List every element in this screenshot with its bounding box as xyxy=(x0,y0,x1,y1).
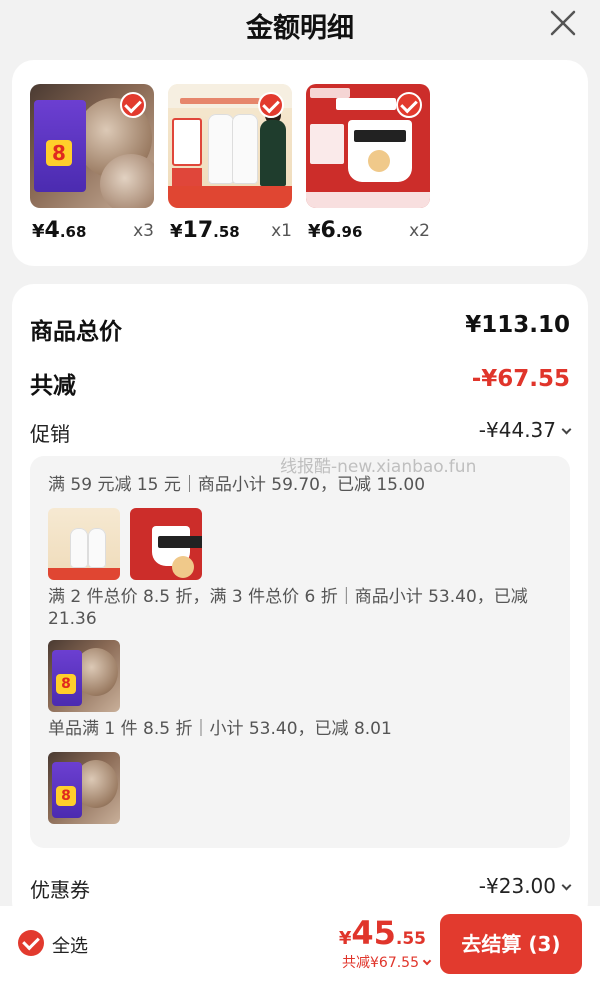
product-item[interactable]: ¥17.58 x1 xyxy=(168,84,292,243)
chevron-down-icon xyxy=(561,880,572,891)
product-image xyxy=(306,84,430,208)
product-item[interactable]: ¥6.96 x2 xyxy=(306,84,430,243)
chevron-down-icon xyxy=(422,956,432,966)
saved-amount[interactable]: 共减¥67.55 xyxy=(342,952,432,972)
coupon-label: 优惠券 xyxy=(30,878,90,902)
product-image xyxy=(168,84,292,208)
promotion-value[interactable]: -¥44.37 xyxy=(479,418,572,442)
promotion-detail-text: 单品满 1 件 8.5 折｜小计 53.40，已减 8.01 xyxy=(48,719,392,739)
product-quantity: x3 xyxy=(133,221,154,241)
checked-icon[interactable] xyxy=(120,92,146,118)
product-quantity: x1 xyxy=(271,221,292,241)
product-image: 8 xyxy=(30,84,154,208)
product-price: ¥17.58 xyxy=(170,218,240,243)
checked-icon[interactable] xyxy=(258,92,284,118)
checked-icon[interactable] xyxy=(396,92,422,118)
promo-product-thumb: 8 xyxy=(48,752,120,824)
promotion-detail-text: 21.36 xyxy=(48,609,97,629)
promo-product-thumb: 8 xyxy=(48,640,120,712)
selected-products-card: 8 ¥4.68 x3 ¥17.58 x1 ¥6.96 x2 xyxy=(12,60,588,266)
product-price: ¥6.96 xyxy=(308,218,363,243)
total-payable: ¥45.55 xyxy=(338,914,426,952)
total-price-value: ¥113.10 xyxy=(465,312,570,338)
promotion-label: 促销 xyxy=(30,422,70,446)
select-all-label[interactable]: 全选 xyxy=(52,932,88,958)
chevron-down-icon xyxy=(561,424,572,435)
promotion-detail-text: 满 59 元减 15 元｜商品小计 59.70，已减 15.00 xyxy=(48,475,426,495)
checkout-button[interactable]: 去结算 (3) xyxy=(440,914,582,974)
price-detail-card: 商品总价 ¥113.10 共减 -¥67.55 促销 -¥44.37 满 59 … xyxy=(12,284,588,924)
close-icon[interactable] xyxy=(548,8,578,38)
total-reduction-label: 共减 xyxy=(30,373,76,399)
promotion-details: 满 59 元减 15 元｜商品小计 59.70，已减 15.00 满 2 件总价… xyxy=(30,456,570,848)
page-title: 金额明细 xyxy=(246,13,354,44)
total-price-label: 商品总价 xyxy=(30,319,122,345)
product-quantity: x2 xyxy=(409,221,430,241)
total-reduction-value: -¥67.55 xyxy=(471,366,570,392)
product-item[interactable]: 8 ¥4.68 x3 xyxy=(30,84,154,243)
header: 金额明细 xyxy=(0,0,600,50)
watermark: 线报酷-new.xianbao.fun xyxy=(280,457,477,477)
promo-product-thumb xyxy=(48,508,120,580)
select-all-checkbox[interactable] xyxy=(18,930,44,956)
promotion-detail-text: 满 2 件总价 8.5 折，满 3 件总价 6 折｜商品小计 53.40，已减 xyxy=(48,587,528,607)
promo-product-thumb xyxy=(130,508,202,580)
coupon-value[interactable]: -¥23.00 xyxy=(479,874,572,898)
product-price: ¥4.68 xyxy=(32,218,87,243)
checkout-bar: 全选 ¥45.55 共减¥67.55 去结算 (3) xyxy=(0,906,600,994)
